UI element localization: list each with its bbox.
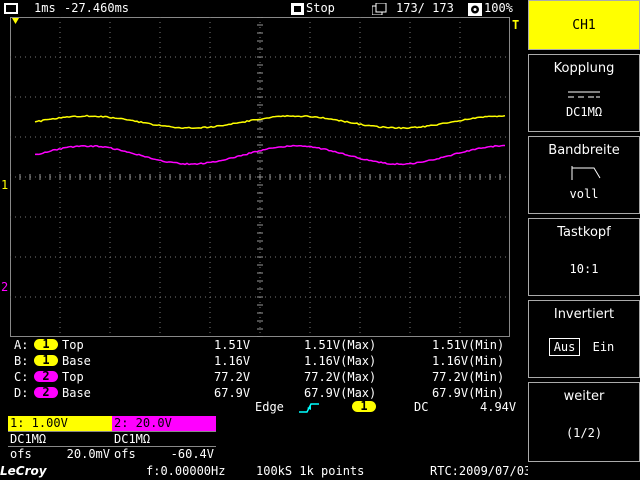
ch1-scale: 1: 1.00V — [8, 416, 112, 431]
meas-max: 77.2V(Max) — [304, 370, 376, 384]
meas-name: Top — [62, 338, 84, 352]
ch2-offset-line: ofs -60.4V — [112, 446, 216, 461]
softkey-menu: CH1 Kopplung DC1MΩ Bandbreite voll Tastk… — [528, 0, 640, 480]
trigger-source-badge: 1 — [352, 401, 376, 412]
invert-label: Invertiert — [529, 307, 639, 322]
measurement-row[interactable]: B: 1 Base 1.16V 1.16V(Max) 1.16V(Min) — [14, 354, 514, 370]
meas-value: 67.9V — [214, 386, 250, 400]
history-icon — [372, 3, 387, 15]
menu-title-ch1[interactable]: CH1 — [528, 0, 640, 50]
brand-logo: LeCroy — [0, 464, 47, 478]
ch1-trace — [35, 115, 505, 128]
trigger-coupling: DC — [414, 400, 428, 414]
probe-value: 10:1 — [529, 262, 639, 276]
ch1-info-box[interactable]: 1: 1.00V DC1MΩ ofs 20.0mV — [8, 416, 112, 462]
probe-button[interactable]: Tastkopf 10:1 — [528, 218, 640, 296]
channel-badge: 1 — [34, 339, 58, 350]
meas-min: 1.16V(Min) — [432, 354, 504, 368]
sample-info: 100kS 1k points — [256, 464, 364, 478]
segment-count: 173/ 173 — [396, 1, 454, 15]
stop-icon — [291, 3, 304, 15]
meas-id: B: — [14, 354, 28, 368]
meas-min: 1.51V(Min) — [432, 338, 504, 352]
meas-name: Top — [62, 370, 84, 384]
meas-max: 67.9V(Max) — [304, 386, 376, 400]
meas-value: 1.16V — [214, 354, 250, 368]
ch2-offset: -60.4V — [171, 447, 214, 462]
more-button[interactable]: weiter (1/2) — [528, 382, 640, 462]
meas-id: A: — [14, 338, 28, 352]
ch1-offset: 20.0mV — [67, 447, 110, 462]
ch2-info-box[interactable]: 2: 20.0V DC1MΩ ofs -60.4V — [112, 416, 216, 462]
meas-name: Base — [62, 354, 91, 368]
invert-button[interactable]: Invertiert Aus Ein — [528, 300, 640, 378]
invert-on-option[interactable]: Ein — [588, 338, 620, 356]
channel-badge: 1 — [34, 355, 58, 366]
meas-min: 77.2V(Min) — [432, 370, 504, 384]
ch2-level-marker: 2 — [1, 280, 8, 294]
meas-max: 1.51V(Max) — [304, 338, 376, 352]
invert-off-option[interactable]: Aus — [549, 338, 581, 356]
trigger-delay[interactable]: -27.460ms — [64, 1, 129, 15]
probe-label: Tastkopf — [529, 225, 639, 240]
channel-badge: 2 — [34, 371, 58, 382]
status-bar: 1ms -27.460ms Stop 173/ 173 100% — [0, 0, 524, 17]
frequency-readout: f:0.00000Hz — [146, 464, 225, 478]
trigger-top-marker: T — [512, 18, 519, 32]
ch1-coupling: DC1MΩ — [8, 431, 112, 446]
trigger-type: Edge — [255, 400, 284, 414]
full-bandwidth-icon — [564, 164, 604, 184]
bandwidth-button[interactable]: Bandbreite voll — [528, 136, 640, 214]
measurement-table: A: 1 Top 1.51V 1.51V(Max) 1.51V(Min) B: … — [14, 338, 514, 402]
meas-min: 67.9V(Min) — [432, 386, 504, 400]
meas-name: Base — [62, 386, 91, 400]
channel-badge: 2 — [34, 387, 58, 398]
more-label: weiter — [529, 389, 639, 404]
coupling-button[interactable]: Kopplung DC1MΩ — [528, 54, 640, 132]
ch2-coupling: DC1MΩ — [112, 431, 216, 446]
ch1-offset-line: ofs 20.0mV — [8, 446, 112, 461]
measurement-row[interactable]: A: 1 Top 1.51V 1.51V(Max) 1.51V(Min) — [14, 338, 514, 354]
coupling-value: DC1MΩ — [529, 105, 639, 119]
ch2-trace — [35, 146, 505, 165]
meas-value: 77.2V — [214, 370, 250, 384]
timebase-icon — [4, 3, 18, 14]
more-page: (1/2) — [529, 426, 639, 440]
ch2-ofs-label: ofs — [114, 447, 136, 461]
waveform-display[interactable] — [10, 17, 510, 337]
measurement-row[interactable]: C: 2 Top 77.2V 77.2V(Max) 77.2V(Min) — [14, 370, 514, 386]
meas-id: C: — [14, 370, 28, 384]
zoom-icon — [468, 3, 482, 16]
ch1-level-marker: 1 — [1, 178, 8, 192]
trigger-level: 4.94V — [480, 400, 516, 414]
bandwidth-label: Bandbreite — [529, 143, 639, 158]
coupling-label: Kopplung — [529, 61, 639, 76]
graticule — [10, 17, 510, 337]
ch1-ofs-label: ofs — [10, 447, 32, 461]
dc-coupling-icon — [564, 88, 604, 102]
meas-id: D: — [14, 386, 28, 400]
meas-value: 1.51V — [214, 338, 250, 352]
zoom-level: 100% — [484, 1, 513, 15]
ch2-scale: 2: 20.0V — [112, 416, 216, 431]
meas-max: 1.16V(Max) — [304, 354, 376, 368]
run-state[interactable]: Stop — [306, 1, 335, 15]
timebase-value[interactable]: 1ms — [34, 1, 56, 15]
menu-title: CH1 — [529, 1, 639, 51]
rising-edge-icon — [298, 402, 320, 414]
bandwidth-value: voll — [529, 187, 639, 201]
trigger-delay-marker — [12, 18, 20, 26]
